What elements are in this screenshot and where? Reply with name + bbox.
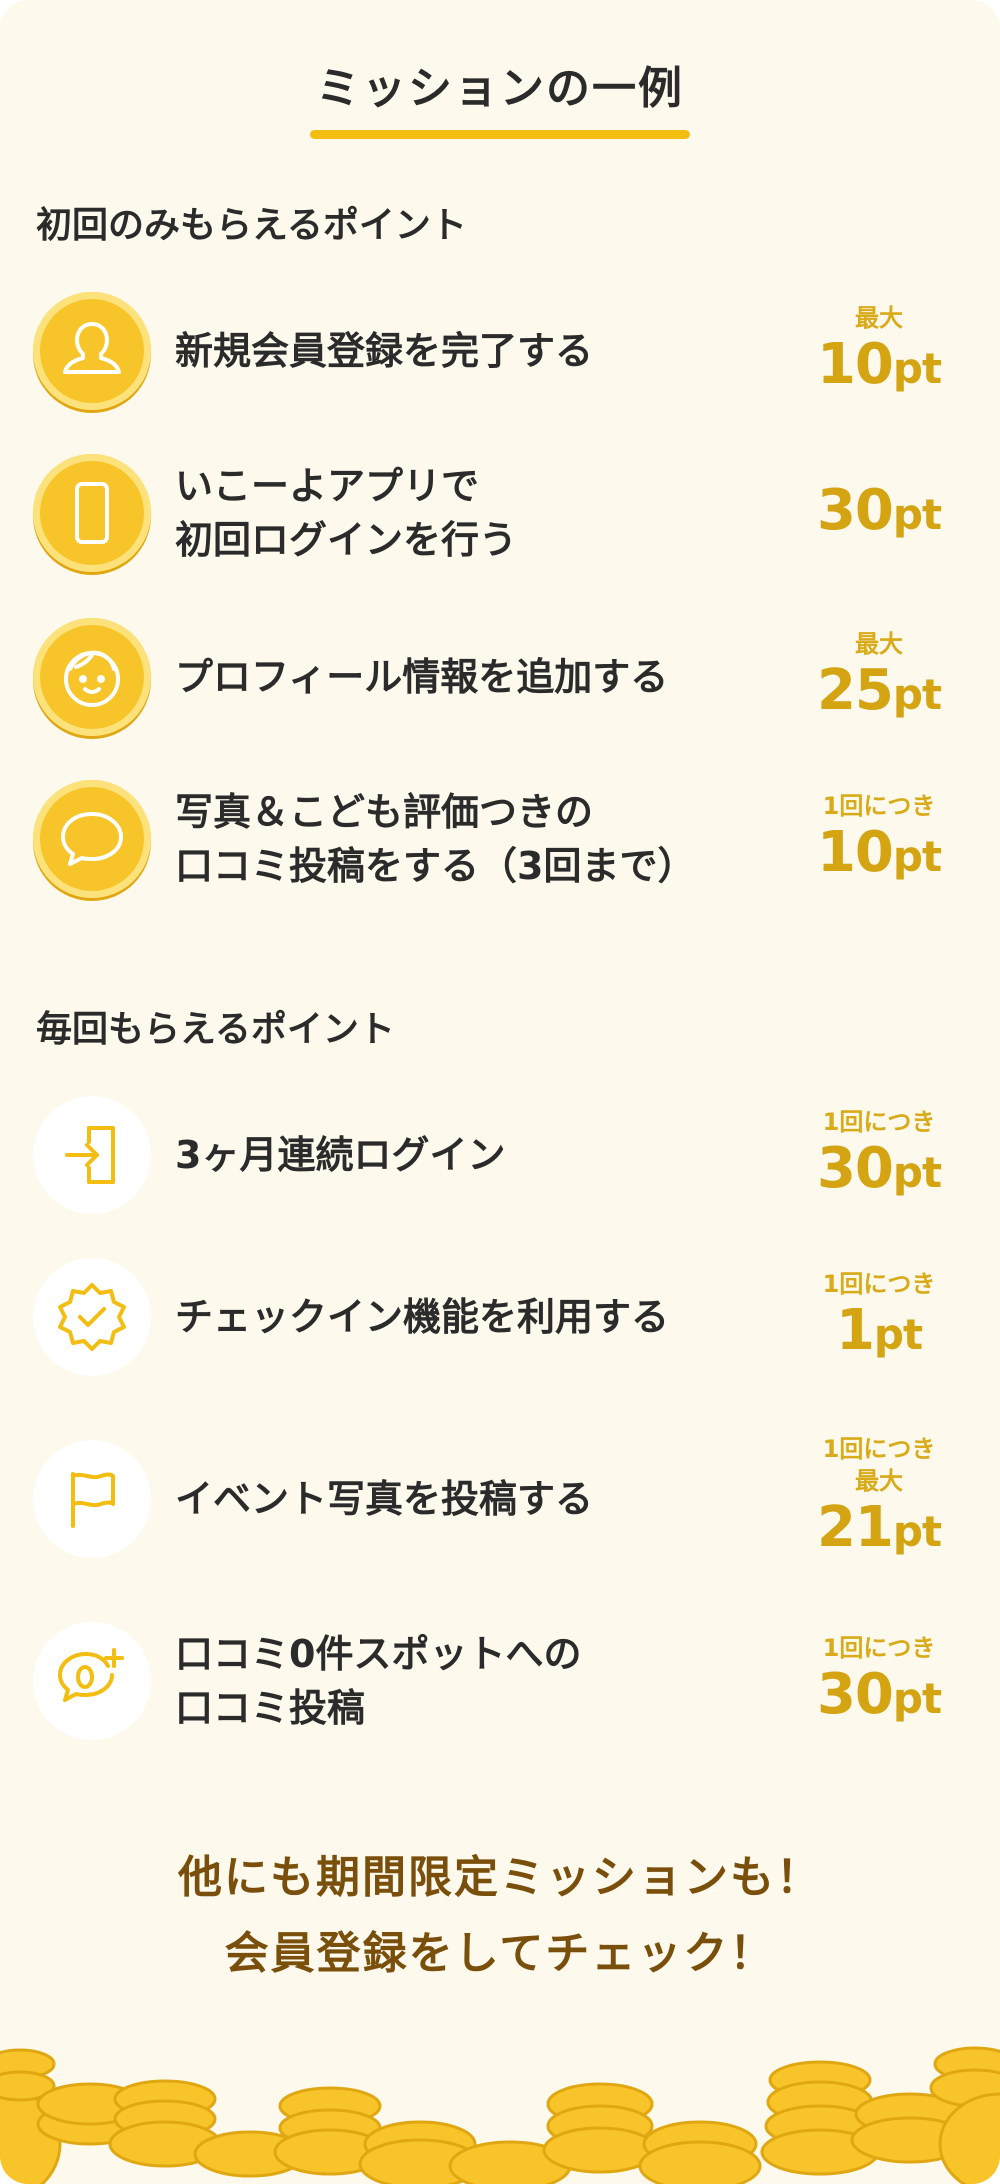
title-underline (310, 130, 690, 139)
mission-text-line1: プロフィール情報を追加する (175, 655, 669, 699)
mission-text-line1: イベント写真を投稿する (175, 1477, 594, 1521)
points-label: 1回につき (822, 1270, 936, 1298)
mission-points: 1回につき 30pt (794, 1622, 964, 1740)
points-label-top: 1回につき (822, 1435, 936, 1463)
login-door-icon (33, 1096, 151, 1214)
mission-text: チェックイン機能を利用する (175, 1258, 669, 1376)
points-label: 1回につき (822, 1634, 936, 1662)
mission-text-line2: 初回ログインを行う (175, 518, 518, 562)
points-number: 30 (816, 1136, 894, 1201)
mission-card: ミッションの一例 初回のみもらえるポイント 新規会員登録を完了する 最大 10p… (0, 0, 1000, 2184)
points-value: 30pt (816, 1662, 942, 1730)
mission-points: 1回につき 30pt (794, 1096, 964, 1214)
section-title-every-time: 毎回もらえるポイント (36, 1009, 395, 1050)
mission-text: 新規会員登録を完了する (175, 292, 593, 410)
points-value: 30pt (816, 478, 942, 546)
user-icon (33, 292, 151, 410)
mission-text-line1: チェックイン機能を利用する (175, 1295, 670, 1339)
points-value: 25pt (816, 658, 942, 726)
mission-text-line1: 口コミ0件スポットへの (175, 1632, 582, 1676)
mission-points: 最大 10pt (794, 292, 964, 410)
points-unit: pt (892, 1148, 942, 1197)
mission-text-line1: いこーよアプリで (175, 464, 480, 508)
cta-message: 他にも期間限定ミッションも！ 会員登録をしてチェック！ (0, 1840, 1000, 1992)
mission-points: 1回につき 最大 21pt (794, 1428, 964, 1568)
cta-line2: 会員登録をしてチェック！ (224, 1928, 776, 1979)
cta-line1: 他にも期間限定ミッションも！ (178, 1852, 822, 1903)
page-title: ミッションの一例 (316, 63, 684, 114)
points-unit: pt (892, 1507, 942, 1556)
points-unit: pt (892, 344, 942, 393)
points-value: 30pt (816, 1136, 942, 1204)
mission-row: 写真＆こども評価つきの 口コミ投稿をする（3回まで） 1回につき 10pt (0, 780, 1000, 910)
mission-points: 1回につき 10pt (794, 780, 964, 898)
section-title-first-time: 初回のみもらえるポイント (36, 205, 467, 246)
points-number: 30 (816, 1662, 894, 1727)
points-unit: pt (892, 1674, 942, 1723)
points-value: 10pt (816, 820, 942, 888)
mission-row: プロフィール情報を追加する 最大 25pt (0, 618, 1000, 748)
points-number: 10 (816, 820, 894, 885)
points-number: 30 (816, 478, 894, 543)
child-face-icon (33, 618, 151, 736)
mission-row: イベント写真を投稿する 1回につき 最大 21pt (0, 1435, 1000, 1570)
zero-plus-bubble-icon (33, 1622, 151, 1740)
points-label: 最大 (855, 304, 903, 332)
mission-row: いこーよアプリで 初回ログインを行う 30pt (0, 454, 1000, 584)
badge-check-icon (33, 1258, 151, 1376)
points-number: 21 (816, 1495, 894, 1560)
points-unit: pt (892, 670, 942, 719)
mission-points: 30pt (794, 454, 964, 572)
points-value: 21pt (816, 1495, 942, 1563)
points-number: 10 (816, 332, 894, 397)
mission-text: プロフィール情報を追加する (175, 618, 668, 736)
mission-row: 口コミ0件スポットへの 口コミ投稿 1回につき 30pt (0, 1622, 1000, 1752)
points-label: 最大 (855, 1467, 903, 1495)
mission-row: 新規会員登録を完了する 最大 10pt (0, 292, 1000, 422)
points-number: 25 (816, 658, 894, 723)
points-unit: pt (892, 490, 942, 539)
points-value: 10pt (816, 332, 942, 400)
points-number: 1 (835, 1298, 875, 1363)
smartphone-icon (33, 454, 151, 572)
mission-points: 1回につき 1pt (794, 1258, 964, 1376)
mission-text: イベント写真を投稿する (175, 1440, 593, 1558)
mission-text-line1: 新規会員登録を完了する (175, 329, 594, 373)
mission-text-line2: 口コミ投稿 (175, 1686, 366, 1730)
flag-icon (33, 1440, 151, 1558)
points-unit: pt (892, 832, 942, 881)
points-value: 1pt (835, 1298, 923, 1366)
points-label: 最大 (855, 630, 903, 658)
mission-text: 3ヶ月連続ログイン (175, 1096, 505, 1214)
mission-text: いこーよアプリで 初回ログインを行う (175, 454, 517, 572)
mission-points: 最大 25pt (794, 618, 964, 736)
points-label: 1回につき (822, 792, 936, 820)
mission-row: チェックイン機能を利用する 1回につき 1pt (0, 1258, 1000, 1388)
points-unit: pt (873, 1310, 923, 1359)
coin-pile-illustration (0, 2046, 1000, 2184)
speech-bubble-icon (33, 780, 151, 898)
mission-row: 3ヶ月連続ログイン 1回につき 30pt (0, 1096, 1000, 1226)
mission-text-line2: 口コミ投稿をする（3回まで） (175, 844, 696, 888)
mission-text-line1: 3ヶ月連続ログイン (175, 1133, 506, 1177)
points-label: 1回につき (822, 1108, 936, 1136)
mission-text: 口コミ0件スポットへの 口コミ投稿 (175, 1622, 581, 1740)
mission-text: 写真＆こども評価つきの 口コミ投稿をする（3回まで） (175, 780, 695, 898)
mission-text-line1: 写真＆こども評価つきの (175, 790, 594, 834)
